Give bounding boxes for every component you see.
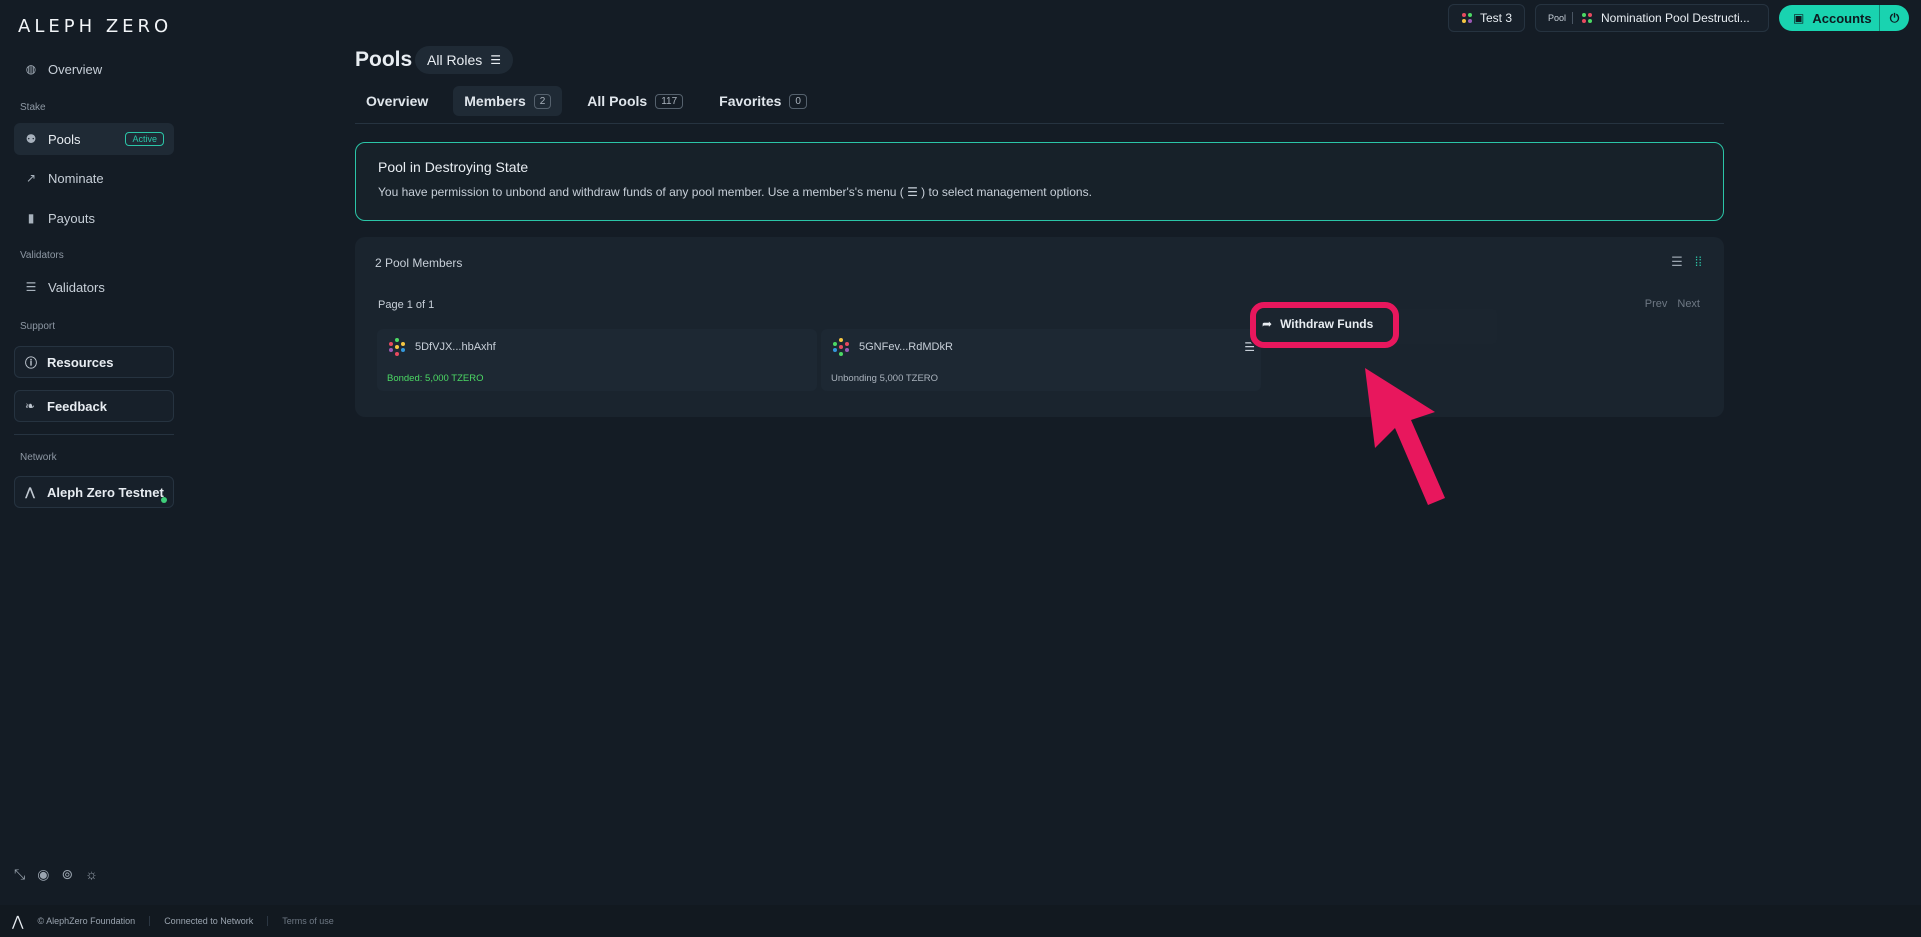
tab-count: 117 — [655, 93, 684, 109]
roles-label: All Roles — [427, 52, 483, 68]
menu-icon: ☰ — [490, 53, 502, 67]
feedback-button[interactable]: ❧ Feedback — [14, 390, 174, 422]
resources-label: Resources — [47, 354, 114, 370]
member-card: 5GNFev...RdMDkR Unbonding 5,000 TZERO ☰ — [821, 329, 1261, 391]
sidebar-item-label: Overview — [48, 61, 103, 77]
network-status-dot — [161, 497, 167, 503]
active-pool-button[interactable]: Pool Nomination Pool Destructi... — [1535, 4, 1769, 32]
collapse-icon[interactable]: ⤡ — [14, 866, 25, 883]
roles-filter-button[interactable]: All Roles ☰ — [415, 46, 514, 74]
sidebar-item-label: Pools — [48, 131, 81, 147]
sidebar-bottom-icons: ⤡ ◉ ⊚ ☼ — [14, 866, 98, 883]
github-icon[interactable]: ◉ — [37, 866, 49, 883]
tab-label: Members — [464, 93, 526, 109]
footer-copyright: © AlephZero Foundation — [37, 916, 136, 926]
sidebar-item-validators[interactable]: ☰ Validators — [14, 271, 174, 303]
destroying-state-notice: Pool in Destroying State You have permis… — [355, 142, 1724, 221]
account-avatar — [1462, 13, 1472, 23]
account-name: Test 3 — [1480, 11, 1513, 25]
pool-members-panel: 2 Pool Members ☰ ⁞⁞ Page 1 of 1 Prev Nex… — [355, 237, 1724, 417]
sidebar-item-payouts[interactable]: ▮ Payouts — [14, 202, 174, 234]
server-icon: ☰ — [25, 280, 37, 294]
wallet-icon: ▣ — [1793, 11, 1805, 25]
pool-avatar — [1582, 13, 1593, 23]
divider — [149, 916, 151, 926]
pool-tag: Pool — [1548, 13, 1567, 23]
tab-members[interactable]: Members 2 — [453, 86, 563, 116]
member-status: Unbonding 5,000 TZERO — [831, 373, 939, 384]
tab-bar: Overview Members 2 All Pools 117 Favorit… — [355, 86, 818, 116]
plug-icon[interactable]: ⏻ — [1879, 5, 1909, 31]
member-avatar — [833, 338, 849, 356]
sidebar-item-label: Validators — [48, 279, 105, 295]
footer-connection-status: Connected to Network — [164, 916, 254, 926]
list-icon[interactable]: ☰ — [1671, 254, 1683, 270]
sidebar: ALEPH ZERO ◍ Overview Stake ⚉ Pools Acti… — [0, 0, 188, 900]
accounts-button[interactable]: ▣ Accounts ⏻ — [1779, 5, 1909, 31]
bar-chart-icon: ▮ — [27, 211, 35, 225]
panel-title: 2 Pool Members — [375, 256, 463, 270]
aleph-icon: ⋀ — [25, 485, 36, 499]
status-badge: Active — [125, 132, 164, 146]
divider — [267, 916, 269, 926]
annotation-arrow — [1365, 368, 1445, 505]
info-icon: ⓘ — [25, 355, 38, 370]
feedback-label: Feedback — [47, 398, 107, 414]
trend-icon: ↗ — [25, 171, 37, 185]
globe-icon: ◍ — [25, 62, 37, 76]
sidebar-item-nominate[interactable]: ↗ Nominate — [14, 162, 174, 194]
section-label-network: Network — [20, 452, 57, 463]
tab-count: 0 — [789, 93, 807, 109]
sidebar-item-overview[interactable]: ◍ Overview — [14, 53, 174, 85]
prev-button[interactable]: Prev — [1645, 298, 1668, 310]
section-label-support: Support — [20, 321, 56, 332]
next-button[interactable]: Next — [1677, 298, 1700, 310]
view-toggle: ☰ ⁞⁞ — [1671, 254, 1702, 270]
sidebar-item-pools[interactable]: ⚉ Pools Active — [14, 123, 174, 155]
footer: ⋀ © AlephZero Foundation Connected to Ne… — [0, 905, 1921, 937]
grid-icon[interactable]: ⁞⁞ — [1695, 254, 1702, 270]
tab-underline — [355, 123, 1724, 124]
active-account-button[interactable]: Test 3 — [1448, 4, 1526, 32]
network-label: Aleph Zero Testnet — [47, 484, 164, 500]
tab-all-pools[interactable]: All Pools 117 — [576, 86, 694, 116]
page-info: Page 1 of 1 — [378, 299, 435, 311]
users-icon: ⚉ — [25, 132, 37, 146]
tab-favorites[interactable]: Favorites 0 — [708, 86, 818, 116]
notice-title: Pool in Destroying State — [378, 159, 529, 175]
tab-label: Overview — [366, 93, 429, 109]
terms-link[interactable]: Terms of use — [282, 916, 334, 926]
app-logo[interactable]: ALEPH ZERO — [18, 16, 172, 37]
network-button[interactable]: ⋀ Aleph Zero Testnet — [14, 476, 174, 508]
member-card: 5DfVJX...hbAxhf Bonded: 5,000 TZERO — [377, 329, 817, 391]
sidebar-item-label: Nominate — [48, 170, 104, 186]
annotation-highlight — [1250, 302, 1399, 348]
divider — [14, 434, 174, 435]
settings-icon[interactable]: ⊚ — [61, 866, 73, 883]
member-status: Bonded: 5,000 TZERO — [387, 373, 484, 384]
tab-count: 2 — [533, 93, 552, 109]
pagination: Prev Next — [1645, 298, 1700, 310]
divider — [1572, 12, 1574, 24]
page-title: Pools — [355, 48, 413, 71]
section-label-stake: Stake — [20, 102, 46, 113]
sun-icon[interactable]: ☼ — [85, 866, 98, 883]
feedback-icon: ❧ — [25, 399, 36, 413]
aleph-icon: ⋀ — [12, 912, 24, 929]
pool-name: Nomination Pool Destructi... — [1601, 11, 1750, 25]
notice-body: You have permission to unbond and withdr… — [378, 185, 1092, 199]
resources-button[interactable]: ⓘ Resources — [14, 346, 174, 378]
member-address[interactable]: 5GNFev...RdMDkR — [859, 341, 953, 353]
tab-overview[interactable]: Overview — [355, 86, 439, 116]
tab-label: Favorites — [719, 93, 782, 109]
section-label-validators: Validators — [20, 250, 64, 261]
member-address[interactable]: 5DfVJX...hbAxhf — [415, 341, 496, 353]
accounts-label: Accounts — [1812, 10, 1872, 26]
tab-label: All Pools — [587, 93, 648, 109]
sidebar-item-label: Payouts — [48, 210, 95, 226]
member-avatar — [389, 338, 405, 356]
